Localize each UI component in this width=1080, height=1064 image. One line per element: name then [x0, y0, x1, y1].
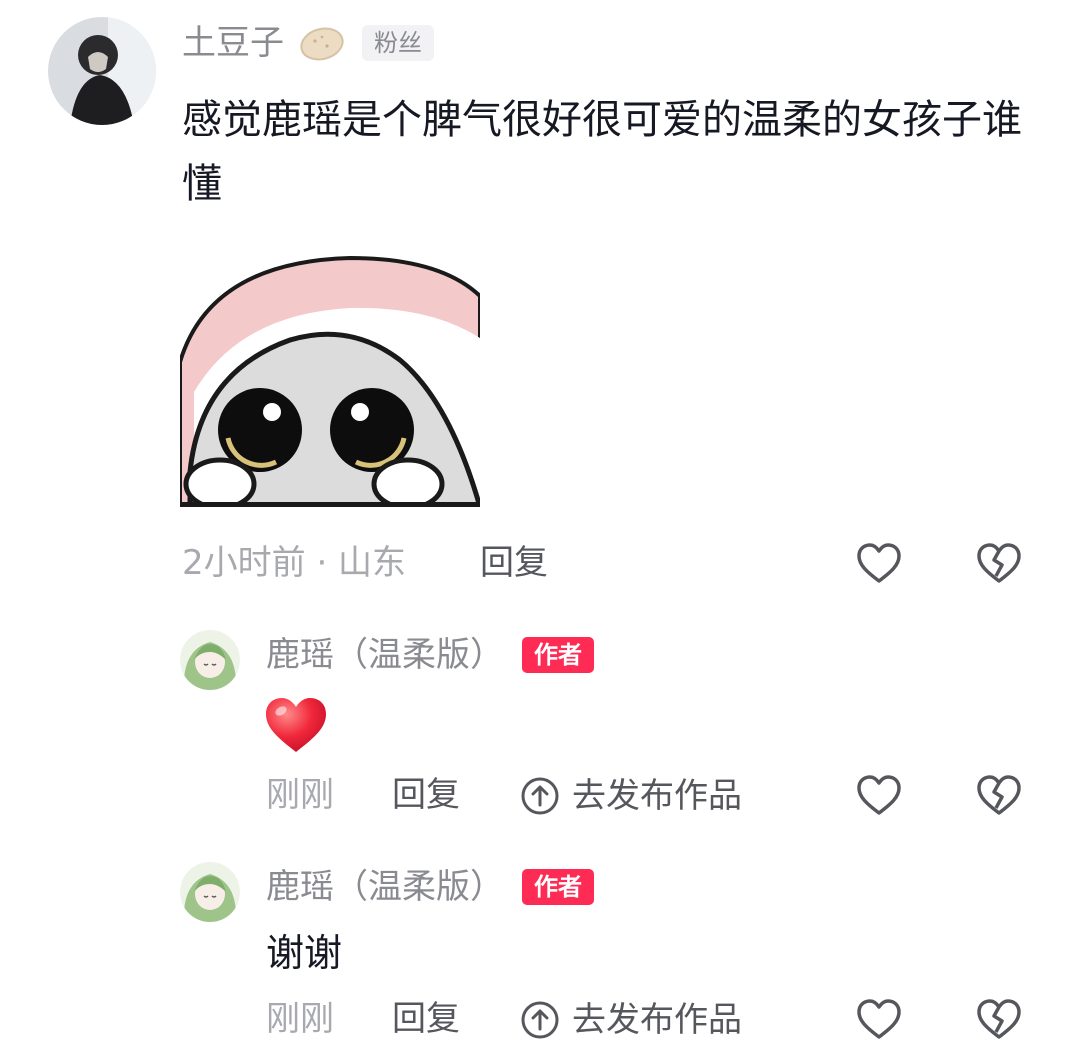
- sticker-image[interactable]: [178, 222, 484, 511]
- reply-text: 谢谢: [266, 931, 343, 975]
- publish-label: 去发布作品: [572, 776, 742, 816]
- fan-badge: 粉丝: [362, 25, 434, 61]
- avatar-image: [180, 862, 240, 922]
- reply-time: 刚刚: [266, 999, 334, 1039]
- broken-heart-icon[interactable]: [975, 772, 1023, 820]
- up-arrow-circle-icon: [521, 1001, 559, 1039]
- comment-username[interactable]: 土豆子: [182, 26, 284, 60]
- reply-avatar[interactable]: [180, 862, 240, 922]
- heart-outline-icon[interactable]: [855, 996, 903, 1044]
- username-text: 土豆子: [182, 23, 284, 63]
- broken-heart-icon[interactable]: [975, 996, 1023, 1044]
- sticker-graphic: [178, 222, 484, 511]
- avatar-image: [180, 630, 240, 690]
- comment-text: 感觉鹿瑶是个脾气很好很可爱的温柔的女孩子谁懂: [182, 97, 1022, 207]
- heart-outline-icon[interactable]: [855, 772, 903, 820]
- reply-avatar[interactable]: [180, 630, 240, 690]
- publish-work-button[interactable]: 去发布作品: [520, 1000, 742, 1040]
- reply-username[interactable]: 鹿瑶（温柔版）: [266, 638, 504, 672]
- broken-heart-icon[interactable]: [975, 540, 1023, 588]
- avatar-image: [48, 17, 156, 125]
- reply-time: 刚刚: [266, 775, 334, 815]
- reply-username[interactable]: 鹿瑶（温柔版）: [266, 870, 504, 904]
- author-badge: 作者: [522, 869, 594, 905]
- reply-button[interactable]: 回复: [480, 546, 548, 580]
- red-heart-emoji-icon: [266, 698, 326, 752]
- reply-button[interactable]: 回复: [392, 778, 460, 812]
- potato-emoji-icon: [300, 27, 344, 61]
- up-arrow-circle-icon: [521, 777, 559, 815]
- heart-outline-icon[interactable]: [855, 540, 903, 588]
- author-badge: 作者: [522, 637, 594, 673]
- publish-label: 去发布作品: [572, 1000, 742, 1040]
- reply-button[interactable]: 回复: [392, 1002, 460, 1036]
- publish-work-button[interactable]: 去发布作品: [520, 776, 742, 816]
- avatar[interactable]: [48, 17, 156, 125]
- comment-time-location: 2小时前 · 山东: [182, 543, 407, 583]
